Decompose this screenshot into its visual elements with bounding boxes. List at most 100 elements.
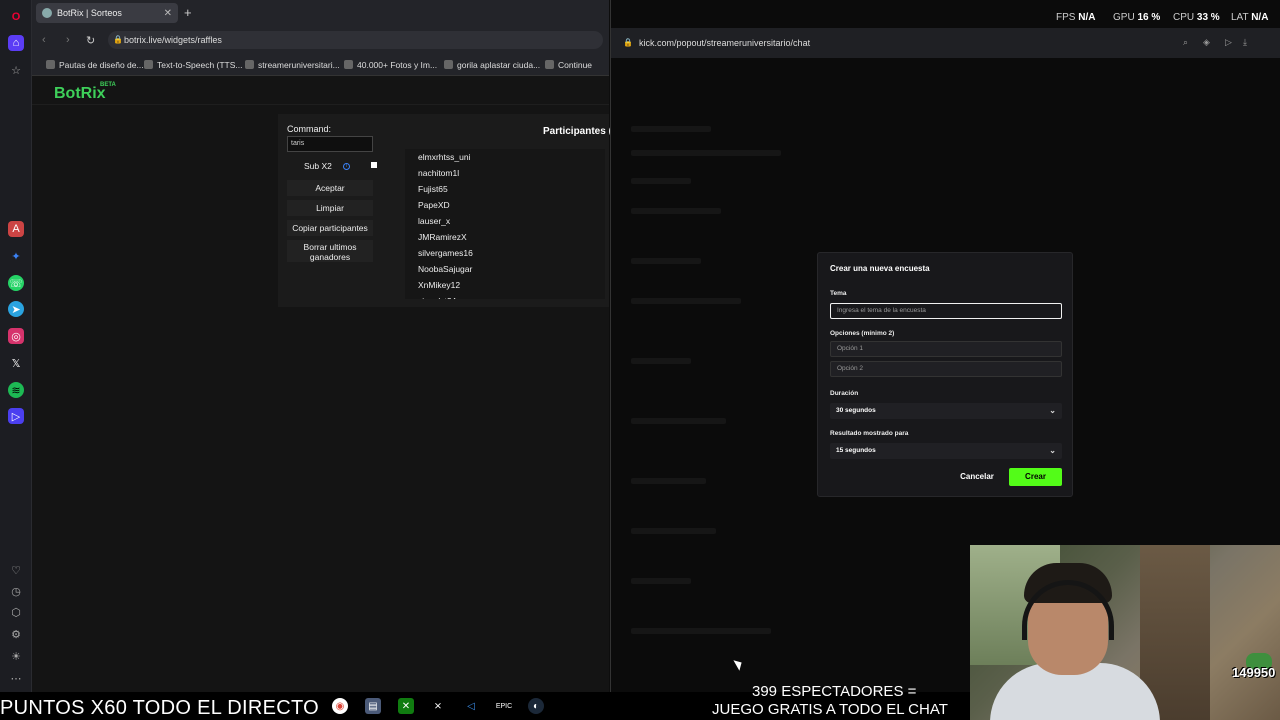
option-2-input[interactable]: Opción 2	[830, 361, 1062, 377]
botrix-favicon-icon	[42, 8, 52, 18]
participants-list: elmxrhtss_uni nachitom1l Fujist65 PapeXD…	[405, 149, 605, 299]
list-item: JMRamirezX	[418, 232, 467, 242]
capcut-icon[interactable]: ⨯	[430, 698, 446, 714]
kick-url-text: kick.com/popout/streameruniversitario/ch…	[639, 38, 811, 48]
bulb-icon[interactable]: ☀	[8, 648, 24, 664]
chevron-down-icon: ⌄	[1049, 406, 1056, 415]
accept-button[interactable]: Aceptar	[287, 180, 373, 196]
instagram-icon[interactable]: ◎	[8, 328, 24, 344]
list-item: nachitom1l	[418, 168, 460, 178]
bookmark-item[interactable]: Text-to-Speech (TTS...	[144, 60, 243, 70]
fps-readout: FPS N/A	[1056, 12, 1096, 23]
xbox-icon[interactable]: ✕	[398, 698, 414, 714]
sub-x2-row: Sub X2 i	[287, 161, 377, 173]
history-icon[interactable]: ◷	[8, 583, 24, 599]
duration-label: Duración	[830, 390, 859, 397]
chat-line	[631, 528, 716, 534]
shield-icon[interactable]: ◈	[1203, 37, 1210, 48]
back-icon[interactable]: ‹	[42, 34, 46, 46]
option-1-input[interactable]: Opción 1	[830, 341, 1062, 357]
result-label: Resultado mostrado para	[830, 430, 909, 437]
player-icon[interactable]: ▷	[8, 408, 24, 424]
webcam-overlay: 149950	[970, 545, 1280, 720]
home-icon[interactable]: ⌂	[8, 35, 24, 51]
botrix-logo[interactable]: BotRix	[54, 85, 106, 103]
result-value: 15 segundos	[836, 447, 876, 454]
lock-icon: 🔒	[623, 38, 633, 47]
epic-games-icon[interactable]: EPIC	[496, 698, 512, 714]
bookmark-item[interactable]: 40.000+ Fotos y Im...	[344, 60, 437, 70]
files-icon[interactable]: ▤	[365, 698, 381, 714]
forward-icon[interactable]: ›	[66, 34, 70, 46]
opera-sidebar: O ⌂ ☆ A ✦ ☏ ➤ ◎ 𝕏 ≋ ▷ ♡ ◷ ⬡ ⚙ ☀ ⋯	[0, 0, 32, 692]
clear-button[interactable]: Limpiar	[287, 200, 373, 216]
result-duration-select[interactable]: 15 segundos ⌄	[830, 443, 1062, 459]
cancel-button[interactable]: Cancelar	[951, 469, 1003, 485]
kick-address-bar[interactable]: 🔒 kick.com/popout/streameruniversitario/…	[611, 28, 1280, 58]
bookmark-item[interactable]: Continue	[545, 60, 592, 70]
settings-icon[interactable]: ⚙	[8, 626, 24, 642]
create-poll-modal: Crear una nueva encuesta Tema Ingresa el…	[817, 252, 1073, 497]
command-label: Command:	[287, 124, 332, 134]
duration-value: 30 segundos	[836, 407, 876, 414]
spectators-overlay: 399 ESPECTADORES =	[752, 683, 917, 700]
list-item: XnMikey12	[418, 280, 461, 290]
chat-line	[631, 298, 741, 304]
topic-input[interactable]: Ingresa el tema de la encuesta	[830, 303, 1062, 319]
tab-strip: BotRix | Sorteos ✕ +	[32, 0, 609, 26]
whatsapp-icon[interactable]: ☏	[8, 275, 24, 291]
chat-line	[631, 178, 691, 184]
box-icon[interactable]: ⬡	[8, 604, 24, 620]
cpu-readout: CPU 33 %	[1173, 12, 1220, 23]
url-bar[interactable]: 🔒 botrix.live/widgets/raffles	[108, 31, 603, 49]
search-icon[interactable]: ⌕	[1183, 37, 1188, 48]
cam-counter: 149950	[1232, 665, 1276, 680]
tab-botrix-sorteos[interactable]: BotRix | Sorteos ✕	[36, 3, 178, 23]
steam-icon[interactable]: ◐	[528, 698, 544, 714]
bookmark-item[interactable]: gorila aplastar ciuda...	[444, 60, 540, 70]
list-item: elmxrhtss_uni	[418, 152, 471, 162]
play-icon[interactable]: ▷	[1225, 37, 1232, 48]
messenger-icon[interactable]: ✦	[8, 248, 24, 264]
heart-icon[interactable]: ♡	[8, 562, 24, 578]
clear-winners-button[interactable]: Borrar ultimos ganadores	[287, 240, 373, 262]
new-tab-button[interactable]: +	[184, 5, 192, 20]
tab-close-icon[interactable]: ✕	[164, 8, 172, 19]
botrix-page: BotRix BETA Command: taris Sub X2 i Acep…	[32, 76, 612, 692]
lock-icon: 🔒	[113, 35, 123, 44]
list-item: signalyt24	[418, 296, 456, 299]
chat-line	[631, 208, 721, 214]
telegram-icon[interactable]: ➤	[8, 301, 24, 317]
points-overlay: PUNTOS X60 TODO EL DIRECTO	[0, 697, 320, 719]
bookmark-item[interactable]: Pautas de diseño de...	[46, 60, 144, 70]
info-icon[interactable]: i	[343, 163, 350, 170]
botrix-browser-window: BotRix | Sorteos ✕ + ‹ › ↻ 🔒 botrix.live…	[32, 0, 612, 692]
chat-line	[631, 418, 726, 424]
duration-select[interactable]: 30 segundos ⌄	[830, 403, 1062, 419]
x-icon[interactable]: 𝕏	[8, 355, 24, 371]
list-item: silvergames16	[418, 248, 473, 258]
vscode-icon[interactable]: ◁	[463, 698, 479, 714]
download-icon[interactable]: ⤓	[1243, 37, 1247, 48]
chat-line	[631, 478, 706, 484]
list-item: Fujist65	[418, 184, 448, 194]
opera-icon[interactable]: O	[8, 9, 24, 25]
chrome-icon[interactable]: ◉	[332, 698, 348, 714]
url-text: botrix.live/widgets/raffles	[124, 35, 222, 45]
aria-icon[interactable]: A	[8, 221, 24, 237]
gpu-readout: GPU 16 %	[1113, 12, 1161, 23]
tab-title: BotRix | Sorteos	[57, 8, 122, 18]
more-icon[interactable]: ⋯	[8, 670, 24, 686]
beta-badge: BETA	[100, 82, 116, 88]
bookmark-item[interactable]: streameruniversitari...	[245, 60, 340, 70]
sub-x2-checkbox[interactable]	[371, 162, 377, 168]
screen: O ⌂ ☆ A ✦ ☏ ➤ ◎ 𝕏 ≋ ▷ ♡ ◷ ⬡ ⚙ ☀ ⋯ BotRix…	[0, 0, 1280, 720]
chat-line	[631, 358, 691, 364]
spotify-icon[interactable]: ≋	[8, 382, 24, 398]
reload-icon[interactable]: ↻	[86, 34, 95, 47]
list-item: lauser_x	[418, 216, 451, 226]
star-icon[interactable]: ☆	[8, 62, 24, 78]
command-input[interactable]: taris	[287, 136, 373, 152]
create-button[interactable]: Crear	[1009, 468, 1062, 486]
copy-participants-button[interactable]: Copiar participantes	[287, 220, 373, 236]
